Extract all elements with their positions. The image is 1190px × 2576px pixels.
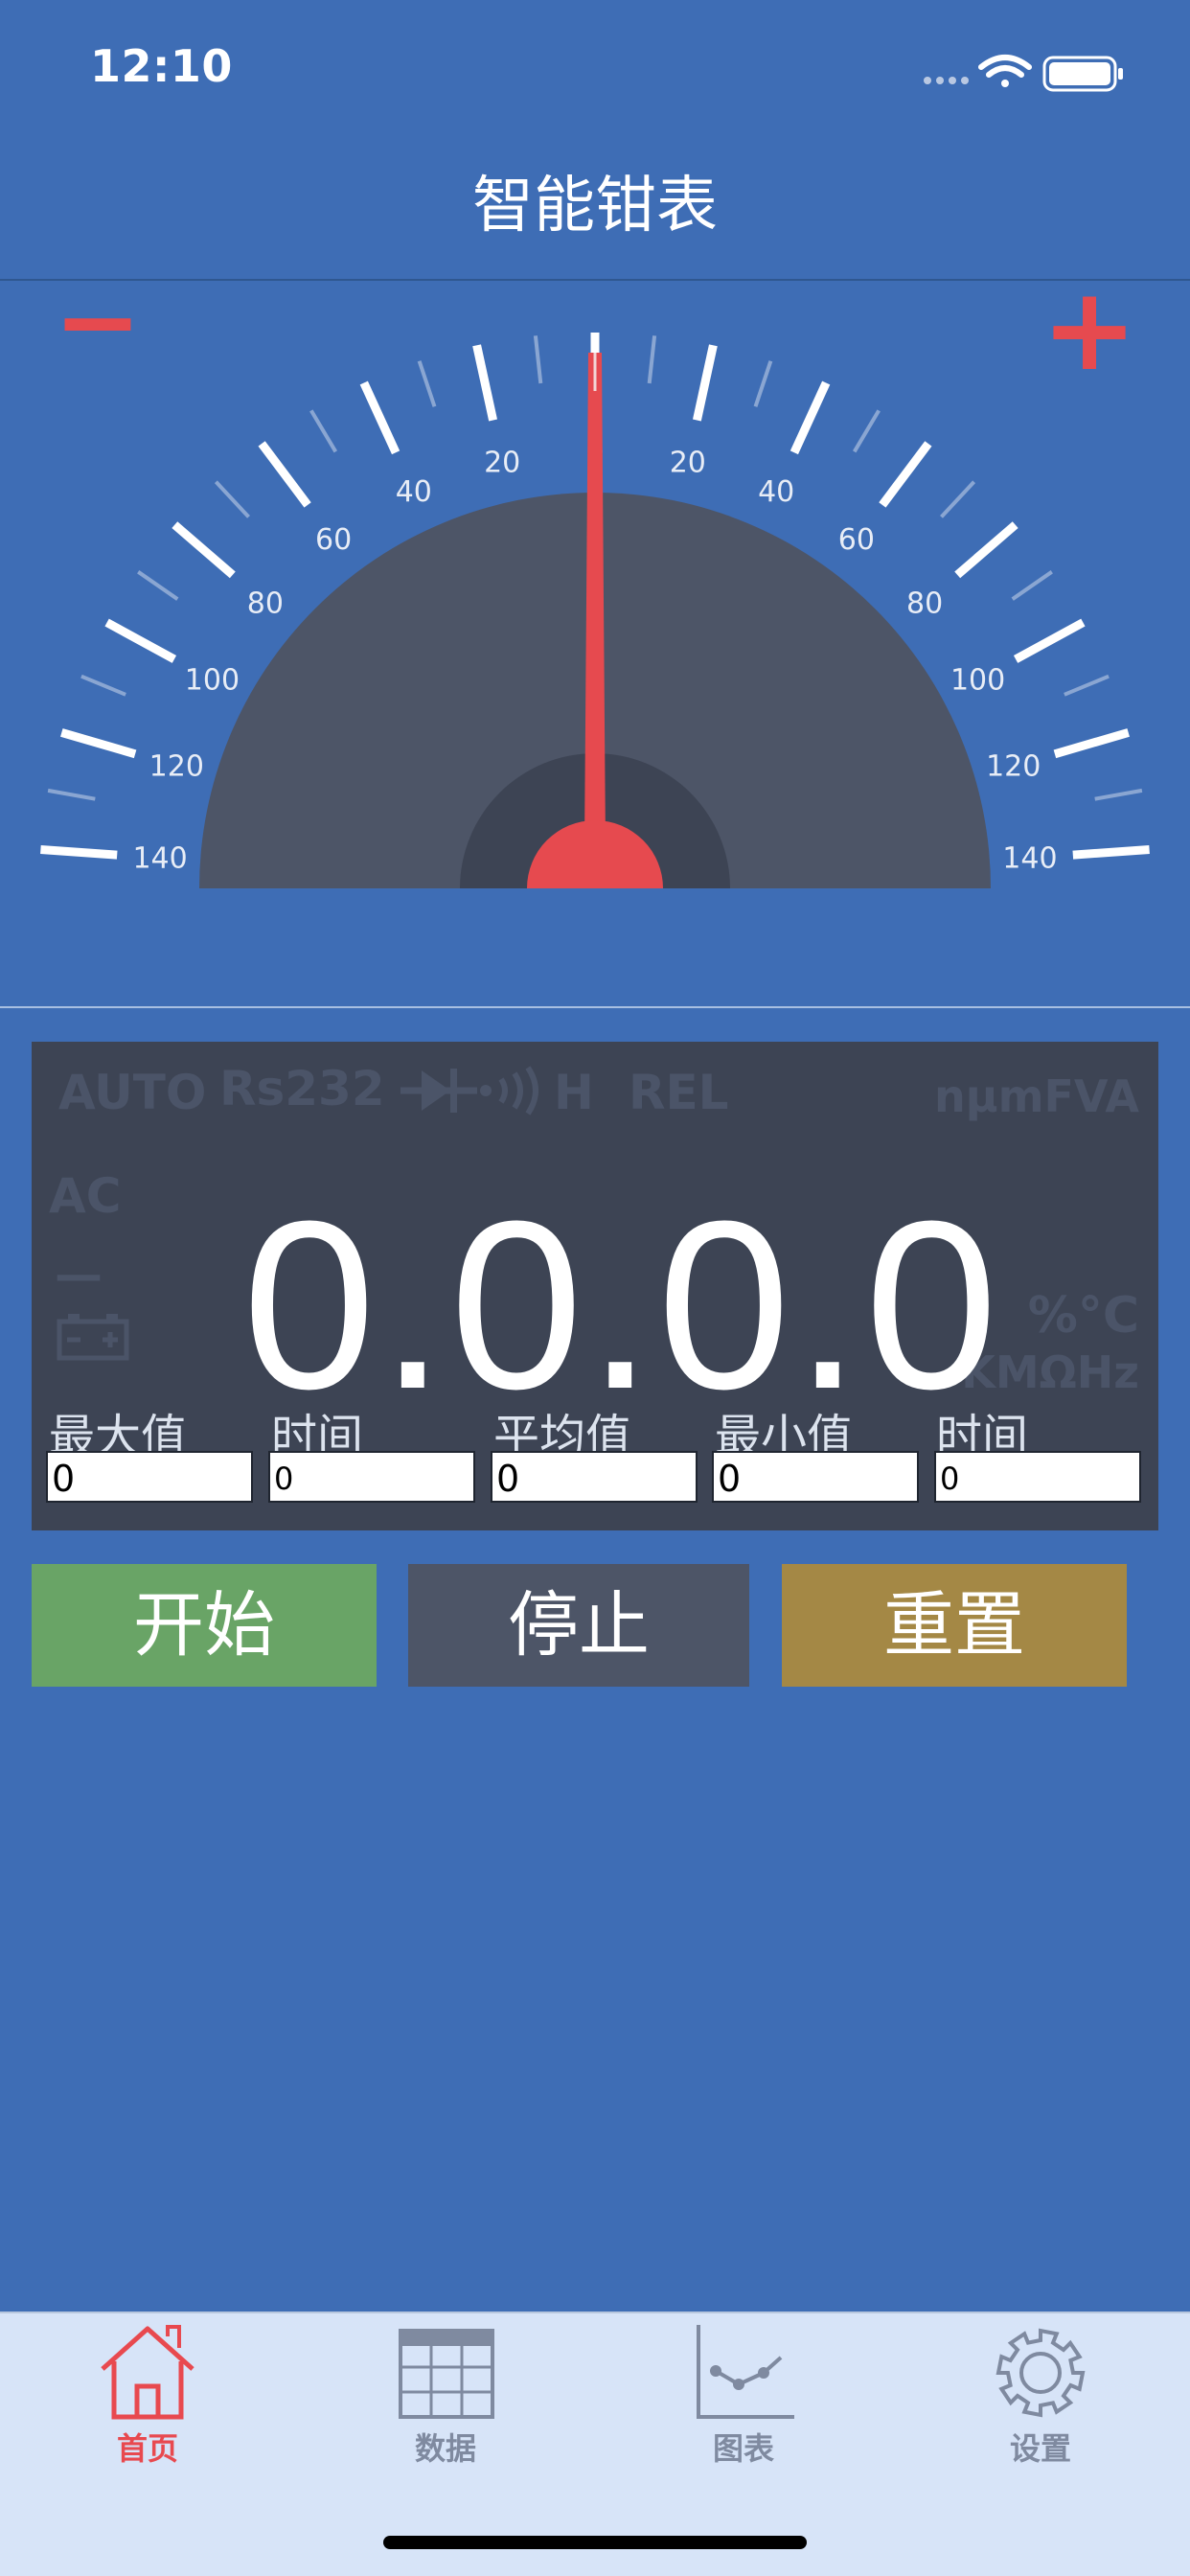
gauge-label-left: 140 <box>132 841 187 875</box>
gauge-label-left: 120 <box>149 749 204 783</box>
gauge-label-right: 40 <box>758 475 794 509</box>
tab-home[interactable]: 首页 <box>52 2323 243 2486</box>
gauge-tick <box>1094 788 1143 801</box>
gauge-label-right: 80 <box>906 586 943 620</box>
gear-icon <box>995 2328 1086 2418</box>
gauge-tick <box>47 788 96 801</box>
avg-value-field[interactable]: 0 <box>491 1451 698 1503</box>
gauge-tick <box>104 618 177 663</box>
gauge-label-right: 60 <box>838 523 875 557</box>
gauge-plus-sign: + <box>1041 281 1138 397</box>
gauge-tick <box>753 360 773 407</box>
gauge-tick <box>940 480 976 518</box>
gauge-label-left: 40 <box>396 475 432 509</box>
tab-data-label: 数据 <box>414 2430 476 2467</box>
auto-indicator: AUTO <box>58 1065 207 1120</box>
page-title: 智能钳表 <box>472 171 718 242</box>
gauge-tick <box>472 344 497 422</box>
gauge-tick <box>790 380 831 455</box>
ac-indicator: AC <box>49 1168 122 1224</box>
main-reading: 0.0.0.0 <box>242 1171 1002 1438</box>
status-time: 12:10 <box>90 40 233 92</box>
rel-indicator: REL <box>629 1065 729 1120</box>
gauge-label-left: 80 <box>247 586 284 620</box>
start-button[interactable]: 开始 <box>32 1564 377 1687</box>
gauge-tick <box>1013 618 1086 663</box>
rs232-indicator: Rs232 <box>219 1061 385 1116</box>
gauge-tick <box>1053 728 1130 759</box>
tab-settings-label: 设置 <box>1009 2430 1071 2467</box>
tab-settings[interactable]: 设置 <box>945 2323 1136 2486</box>
gauge-tick <box>1064 674 1110 697</box>
gauge-tick <box>258 441 311 508</box>
gauge-tick <box>214 480 250 518</box>
gauge-tick <box>417 360 437 407</box>
gauge-label-right: 120 <box>986 749 1041 783</box>
signal-icon <box>924 77 969 84</box>
min-value-field[interactable]: 0 <box>712 1451 919 1503</box>
gauge-label-left: 20 <box>484 446 520 479</box>
dc-indicator: — <box>55 1247 103 1302</box>
gauge-label-right: 140 <box>1002 841 1057 875</box>
gauge-needle <box>584 353 606 846</box>
gauge-tick <box>40 845 118 860</box>
home-indicator <box>383 2536 807 2549</box>
min-time-field[interactable]: 0 <box>934 1451 1141 1503</box>
gauge-label-left: 100 <box>185 663 240 697</box>
gauge-label-left: 60 <box>315 523 352 557</box>
max-value-field[interactable]: 0 <box>46 1451 253 1503</box>
battery-indicator-icon <box>57 1314 129 1361</box>
gauge-tick <box>80 674 126 697</box>
gauge-tick <box>60 728 137 759</box>
analog-gauge: 02040608010012014020406080100120140 − + <box>40 281 1150 888</box>
hold-indicator: H <box>554 1065 594 1120</box>
tab-home-label: 首页 <box>116 2430 178 2467</box>
gauge-tick <box>172 521 236 579</box>
tab-data[interactable]: 数据 <box>350 2323 541 2486</box>
reset-button[interactable]: 重置 <box>782 1564 1127 1687</box>
table-icon <box>399 2329 494 2419</box>
battery-icon <box>1042 56 1123 92</box>
max-time-field[interactable]: 0 <box>268 1451 475 1503</box>
status-icons <box>924 55 1123 92</box>
gauge-divider <box>0 1006 1190 1008</box>
temperature-indicator: %°C <box>1027 1287 1139 1345</box>
lcd-display: AUTO Rs232 H REL nμmFVA AC — %°C KMΩHz 0… <box>32 1042 1158 1530</box>
chart-icon <box>697 2325 794 2419</box>
gauge-label-right: 100 <box>950 663 1005 697</box>
wifi-icon <box>978 55 1032 87</box>
diode-icon <box>400 1069 477 1113</box>
gauge-tick <box>879 441 932 508</box>
gauge-minus-sign: − <box>54 281 142 382</box>
gauge-label-right: 20 <box>670 446 706 479</box>
gauge-tick <box>533 335 543 384</box>
stop-button[interactable]: 停止 <box>408 1564 749 1687</box>
gauge-tick <box>1072 845 1150 860</box>
continuity-icon <box>480 1066 538 1116</box>
gauge-tick <box>1011 570 1053 601</box>
gauge-tick <box>137 570 179 601</box>
gauge-tick <box>647 335 657 384</box>
gauge-tick <box>309 409 338 453</box>
home-icon <box>101 2325 195 2420</box>
gauge-tick <box>693 344 718 422</box>
units-top-indicator: nμmFVA <box>933 1070 1139 1122</box>
gauge-tick <box>359 380 400 455</box>
gauge-tick <box>954 521 1018 579</box>
tab-chart-label: 图表 <box>712 2430 774 2467</box>
tab-chart[interactable]: 图表 <box>648 2323 839 2486</box>
gauge-tick <box>852 409 881 453</box>
